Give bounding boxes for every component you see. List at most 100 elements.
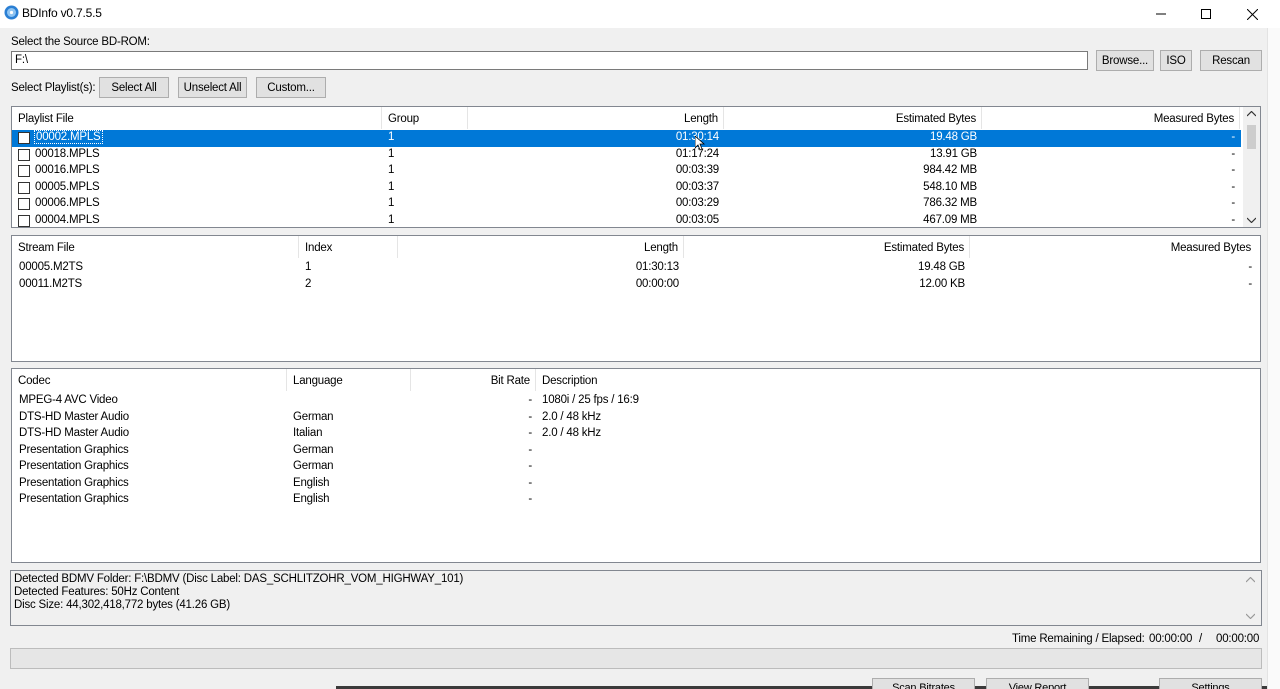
- playlist-group: 1: [388, 147, 395, 160]
- col-stream-length[interactable]: Length: [398, 236, 684, 258]
- status-text-box[interactable]: Detected BDMV Folder: F:\BDMV (Disc Labe…: [10, 570, 1262, 626]
- time-label: Time Remaining / Elapsed:: [1012, 633, 1145, 645]
- codec-language: English: [293, 476, 330, 489]
- codec-bitrate: -: [528, 443, 532, 456]
- playlist-checkbox[interactable]: [18, 181, 30, 194]
- status-line-disc-size: Disc Size: 44,302,418,772 bytes (41.26 G…: [14, 599, 230, 611]
- codec-row[interactable]: Presentation Graphics English -: [12, 492, 1260, 509]
- stream-index: 1: [305, 261, 312, 273]
- col-group[interactable]: Group: [382, 107, 468, 129]
- stream-index: 2: [305, 277, 312, 290]
- codec-row[interactable]: Presentation Graphics English -: [12, 476, 1260, 493]
- scroll-up-icon[interactable]: [1247, 111, 1256, 117]
- stream-length: 00:00:00: [635, 277, 679, 290]
- codec-row[interactable]: DTS-HD Master Audio Italian - 2.0 / 48 k…: [12, 426, 1260, 443]
- playlist-file: 00016.MPLS: [35, 164, 100, 176]
- codec-row[interactable]: DTS-HD Master Audio German - 2.0 / 48 kH…: [12, 410, 1260, 427]
- codec-name: Presentation Graphics: [19, 493, 129, 505]
- playlist-group: 1: [388, 164, 395, 176]
- stream-list[interactable]: Stream File Index Length Estimated Bytes…: [11, 235, 1261, 362]
- codec-description: 2.0 / 48 kHz: [542, 410, 601, 423]
- view-report-button[interactable]: View Report: [986, 678, 1089, 689]
- playlist-group: 1: [388, 197, 395, 209]
- stream-file: 00011.M2TS: [19, 277, 82, 290]
- playlist-est-bytes: 786.32 MB: [923, 197, 977, 209]
- app-disc-icon: [4, 5, 19, 20]
- stream-file: 00005.M2TS: [19, 261, 83, 273]
- playlist-group: 1: [388, 180, 395, 193]
- playlist-scroll-thumb[interactable]: [1247, 125, 1256, 149]
- unselect-all-button[interactable]: Unselect All: [178, 77, 247, 98]
- playlist-est-bytes: 548.10 MB: [923, 180, 977, 193]
- time-remaining: 00:00:00: [1149, 633, 1193, 645]
- col-description[interactable]: Description: [536, 369, 1260, 391]
- col-bit-rate[interactable]: Bit Rate: [411, 369, 536, 391]
- codec-name: Presentation Graphics: [19, 460, 129, 472]
- playlist-checkbox[interactable]: [18, 214, 30, 227]
- source-path-input[interactable]: F:\: [11, 51, 1088, 70]
- status-scroll-down-icon[interactable]: [1246, 613, 1255, 619]
- col-codec[interactable]: Codec: [12, 369, 287, 391]
- codec-row[interactable]: Presentation Graphics German -: [12, 443, 1260, 460]
- minimize-button[interactable]: [1138, 0, 1184, 28]
- col-language[interactable]: Language: [287, 369, 411, 391]
- playlist-row[interactable]: 00004.MPLS 1 00:03:05 467.09 MB -: [12, 213, 1260, 228]
- codec-row[interactable]: MPEG-4 AVC Video - 1080i / 25 fps / 16:9: [12, 393, 1260, 410]
- browse-button[interactable]: Browse...: [1096, 50, 1154, 71]
- progress-bar: [10, 648, 1262, 669]
- playlist-measured-bytes: -: [1231, 131, 1235, 143]
- source-label: Select the Source BD-ROM:: [11, 36, 150, 48]
- col-stream-est-bytes[interactable]: Estimated Bytes: [684, 236, 970, 258]
- rescan-button[interactable]: Rescan: [1200, 50, 1262, 71]
- playlist-file: 00002.MPLS: [34, 130, 103, 144]
- playlist-file: 00004.MPLS: [35, 213, 100, 226]
- playlist-file: 00005.MPLS: [35, 180, 100, 193]
- codec-name: MPEG-4 AVC Video: [19, 394, 118, 406]
- col-measured-bytes[interactable]: Measured Bytes: [982, 107, 1240, 129]
- status-scroll-up-icon[interactable]: [1246, 577, 1255, 583]
- col-length[interactable]: Length: [468, 107, 724, 129]
- col-estimated-bytes[interactable]: Estimated Bytes: [724, 107, 982, 129]
- maximize-button[interactable]: [1183, 0, 1229, 28]
- playlist-measured-bytes: -: [1231, 180, 1235, 193]
- codec-bitrate: -: [528, 493, 532, 505]
- playlist-checkbox[interactable]: [18, 148, 30, 161]
- window-title: BDInfo v0.7.5.5: [22, 6, 102, 20]
- playlist-checkbox[interactable]: [18, 165, 30, 177]
- custom-button[interactable]: Custom...: [256, 77, 326, 98]
- scan-bitrates-button[interactable]: Scan Bitrates: [872, 678, 975, 689]
- playlist-row[interactable]: 00018.MPLS 1 01:17:24 13.91 GB -: [12, 147, 1260, 164]
- playlist-scrollbar[interactable]: [1243, 107, 1260, 227]
- playlist-length: 00:03:05: [675, 213, 719, 226]
- codec-list[interactable]: Codec Language Bit Rate Description MPEG…: [11, 368, 1261, 563]
- settings-button[interactable]: Settings: [1159, 678, 1262, 689]
- playlist-checkbox[interactable]: [18, 132, 30, 144]
- stream-measured-bytes: -: [1248, 261, 1252, 273]
- time-elapsed: 00:00:00: [1216, 633, 1260, 645]
- col-stream-measured-bytes[interactable]: Measured Bytes: [970, 236, 1256, 258]
- select-all-button[interactable]: Select All: [99, 77, 169, 98]
- col-playlist-file[interactable]: Playlist File: [12, 107, 382, 129]
- codec-language: Italian: [293, 427, 323, 439]
- playlist-list[interactable]: Playlist File Group Length Estimated Byt…: [11, 106, 1261, 228]
- playlist-length: 00:03:29: [675, 197, 719, 209]
- codec-description: 2.0 / 48 kHz: [542, 427, 601, 439]
- codec-language: German: [293, 443, 334, 456]
- playlist-row[interactable]: 00002.MPLS 1 01:30:14 19.48 GB -: [12, 130, 1241, 147]
- codec-name: Presentation Graphics: [19, 476, 129, 489]
- stream-row[interactable]: 00011.M2TS 2 00:00:00 12.00 KB -: [12, 277, 1260, 294]
- playlist-checkbox[interactable]: [18, 198, 30, 210]
- col-index[interactable]: Index: [299, 236, 398, 258]
- scroll-down-icon[interactable]: [1247, 217, 1256, 223]
- col-stream-file[interactable]: Stream File: [12, 236, 299, 258]
- stream-row[interactable]: 00005.M2TS 1 01:30:13 19.48 GB -: [12, 260, 1260, 277]
- playlist-row[interactable]: 00005.MPLS 1 00:03:37 548.10 MB -: [12, 180, 1260, 197]
- codec-row[interactable]: Presentation Graphics German -: [12, 459, 1260, 476]
- status-line-features: Detected Features: 50Hz Content: [14, 586, 180, 598]
- iso-button[interactable]: ISO: [1160, 50, 1192, 71]
- close-button[interactable]: [1229, 0, 1275, 28]
- playlist-file: 00018.MPLS: [35, 147, 100, 160]
- playlist-measured-bytes: -: [1231, 213, 1235, 226]
- playlist-row[interactable]: 00006.MPLS 1 00:03:29 786.32 MB -: [12, 196, 1260, 213]
- playlist-row[interactable]: 00016.MPLS 1 00:03:39 984.42 MB -: [12, 163, 1260, 180]
